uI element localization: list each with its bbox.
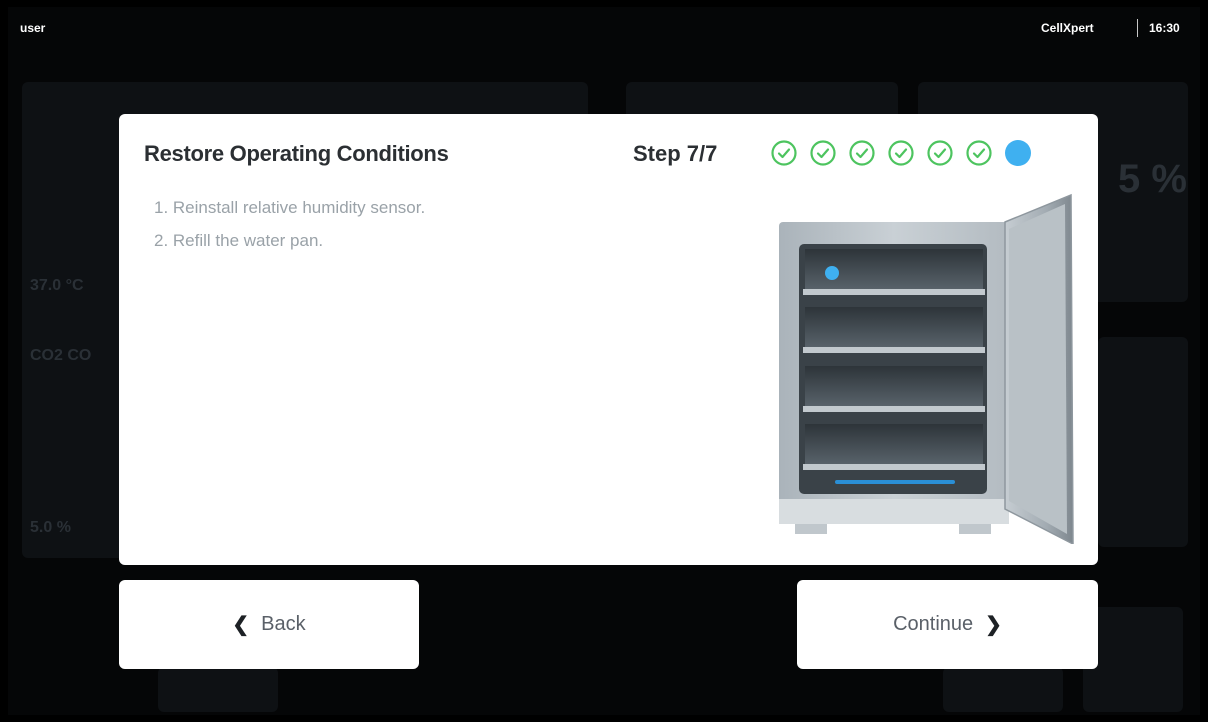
back-button[interactable]: ❮ Back xyxy=(119,580,419,669)
continue-button[interactable]: Continue ❯ xyxy=(797,580,1098,669)
chevron-right-icon: ❯ xyxy=(985,614,1002,636)
dialog-title: Restore Operating Conditions xyxy=(144,141,449,166)
instruction-item: 1. Reinstall relative humidity sensor. xyxy=(154,198,426,217)
step-progress xyxy=(770,139,1032,167)
step-label: Step 7/7 xyxy=(633,141,718,166)
check-circle-icon xyxy=(771,140,797,166)
bg-value-temp: 37.0 °C xyxy=(30,277,84,294)
bg-value-hum: 5 % xyxy=(1118,157,1187,201)
bg-panel-right-lower xyxy=(1098,337,1188,547)
brand-name: CellXpert xyxy=(1041,21,1094,35)
chevron-left-icon: ❮ xyxy=(232,614,250,636)
check-circle-icon xyxy=(849,140,875,166)
check-circle-icon xyxy=(966,140,992,166)
check-circle-icon xyxy=(888,140,914,166)
user-label[interactable]: user xyxy=(20,21,45,35)
bg-panel-bottom-mid xyxy=(943,667,1063,712)
bg-value-o2: 5.0 % xyxy=(30,519,71,536)
back-label: Back xyxy=(261,613,306,635)
current-step-dot-icon xyxy=(1005,140,1031,166)
bg-value-co2: CO2 CO xyxy=(30,347,92,364)
bg-panel-bottom-left xyxy=(158,667,278,712)
continue-label: Continue xyxy=(893,613,974,635)
instruction-item: 2. Refill the water pan. xyxy=(154,231,324,250)
instruction-list: 1. Reinstall relative humidity sensor. 2… xyxy=(154,198,425,264)
check-circle-icon xyxy=(927,140,953,166)
incubator-open-door-illustration xyxy=(779,193,1074,544)
bg-panel-bottom-right xyxy=(1083,607,1183,712)
top-bar: user CellXpert 16:30 xyxy=(8,7,1200,51)
check-circle-icon xyxy=(810,140,836,166)
wizard-dialog: Restore Operating Conditions Step 7/7 1.… xyxy=(119,114,1098,565)
separator xyxy=(1137,19,1138,37)
clock: 16:30 xyxy=(1149,21,1180,35)
